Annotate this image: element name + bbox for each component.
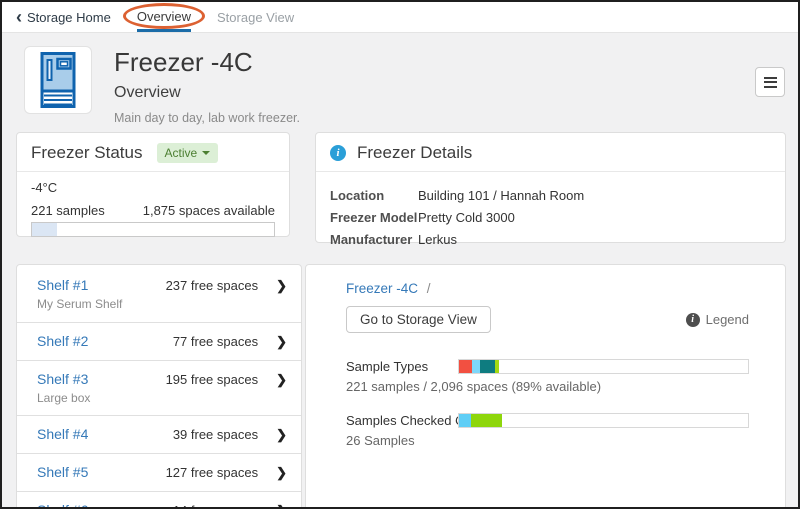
storage-toolbar: Go to Storage View i Legend	[346, 306, 749, 333]
shelf-link[interactable]: Shelf #2	[37, 333, 173, 349]
tab-storage-view-label: Storage View	[217, 10, 294, 25]
storage-overview-panel: Freezer -4C / Go to Storage View i Legen…	[305, 264, 786, 509]
chevron-right-icon: ❯	[276, 503, 287, 509]
chevron-right-icon: ❯	[276, 334, 287, 350]
bar-segment	[495, 360, 500, 373]
details-value: Building 101 / Hannah Room	[418, 185, 584, 207]
tab-overview[interactable]: Overview	[137, 2, 191, 32]
freezer-details-panel: i Freezer Details Location Building 101 …	[315, 132, 786, 243]
chevron-right-icon: ❯	[276, 465, 287, 481]
bar-segment	[471, 414, 503, 427]
sample-types-bar	[458, 359, 749, 374]
freezer-status-title: Freezer Status	[31, 143, 143, 163]
breadcrumb-freezer-link[interactable]: Freezer -4C	[346, 281, 418, 296]
details-value: Lerkus	[418, 229, 457, 251]
shelf-link[interactable]: Shelf #3	[37, 371, 166, 387]
divider	[17, 171, 289, 172]
details-value: Pretty Cold 3000	[418, 207, 515, 229]
freezer-icon	[31, 51, 85, 109]
shelf-list-panel: Shelf #1 My Serum Shelf 237 free spaces …	[16, 264, 302, 509]
legend-toggle[interactable]: i Legend	[686, 312, 749, 327]
breadcrumb: Freezer -4C /	[346, 281, 749, 296]
header-text: Freezer -4C Overview Main day to day, la…	[114, 46, 300, 127]
shelf-free-spaces: 127 free spaces	[166, 465, 259, 480]
capacity-progress-bar	[31, 222, 275, 237]
hamburger-icon	[764, 77, 777, 79]
sample-count: 221 samples	[31, 203, 105, 218]
legend-label: Legend	[706, 312, 749, 327]
app-window: ‹ Storage Home Overview Storage View	[0, 0, 800, 509]
shelf-link[interactable]: Shelf #5	[37, 464, 166, 480]
bar-segment	[459, 360, 472, 373]
shelf-row-4[interactable]: Shelf #4 39 free spaces ❯	[17, 416, 301, 454]
freezer-icon-card	[24, 46, 92, 114]
freezer-header: Freezer -4C Overview Main day to day, la…	[2, 33, 798, 127]
capacity-summary: 221 samples 1,875 spaces available	[31, 203, 275, 218]
bar-segment	[459, 414, 471, 427]
summary-panels-row: Freezer Status Active -4°C 221 samples 1…	[2, 132, 798, 243]
bar-segment	[472, 360, 480, 373]
back-link-label: Storage Home	[27, 10, 111, 25]
checked-out-caption: 26 Samples	[346, 433, 749, 448]
spaces-available: 1,875 spaces available	[143, 203, 275, 218]
shelf-link[interactable]: Shelf #1	[37, 277, 166, 293]
shelf-sublabel: My Serum Shelf	[37, 297, 166, 311]
shelf-link[interactable]: Shelf #4	[37, 426, 173, 442]
status-badge-label: Active	[165, 146, 198, 160]
shelf-sublabel: Large box	[37, 391, 166, 405]
freezer-status-panel: Freezer Status Active -4°C 221 samples 1…	[16, 132, 290, 237]
shelf-row-5[interactable]: Shelf #5 127 free spaces ❯	[17, 454, 301, 492]
sample-types-bar-row: Sample Types	[346, 359, 749, 374]
shelf-link[interactable]: Shelf #6	[37, 502, 173, 509]
divider	[316, 171, 785, 172]
back-chevron-icon: ‹	[16, 8, 22, 26]
details-row-manufacturer: Manufacturer Lerkus	[330, 229, 771, 251]
freezer-details-table: Location Building 101 / Hannah Room Free…	[330, 185, 771, 251]
freezer-status-header: Freezer Status Active	[31, 143, 275, 163]
shelf-free-spaces: 195 free spaces	[166, 372, 259, 387]
chevron-right-icon: ❯	[276, 372, 287, 388]
details-label: Manufacturer	[330, 229, 418, 251]
go-to-storage-view-button[interactable]: Go to Storage View	[346, 306, 491, 333]
shelf-row-1[interactable]: Shelf #1 My Serum Shelf 237 free spaces …	[17, 265, 301, 323]
legend-info-icon: i	[686, 313, 700, 327]
bar-segment	[480, 360, 494, 373]
chevron-right-icon: ❯	[276, 427, 287, 443]
details-label: Freezer Model	[330, 207, 418, 229]
shelf-row-6[interactable]: Shelf #6 14 free spaces ❯	[17, 492, 301, 509]
page-title: Freezer -4C	[114, 48, 300, 77]
freezer-details-title: Freezer Details	[357, 143, 472, 163]
status-dropdown-badge[interactable]: Active	[157, 143, 219, 163]
details-row-model: Freezer Model Pretty Cold 3000	[330, 207, 771, 229]
shelf-free-spaces: 39 free spaces	[173, 427, 258, 442]
shelf-free-spaces: 77 free spaces	[173, 334, 258, 349]
shelf-free-spaces: 14 free spaces	[173, 503, 258, 509]
details-row-location: Location Building 101 / Hannah Room	[330, 185, 771, 207]
tab-overview-label: Overview	[137, 9, 191, 24]
more-menu-button[interactable]	[755, 67, 785, 97]
bar-segment	[32, 223, 57, 236]
storage-detail-row: Shelf #1 My Serum Shelf 237 free spaces …	[2, 264, 798, 509]
shelf-row-2[interactable]: Shelf #2 77 free spaces ❯	[17, 323, 301, 361]
checked-out-bar-row: Samples Checked Out	[346, 413, 749, 428]
details-label: Location	[330, 185, 418, 207]
caret-down-icon	[202, 151, 210, 155]
back-to-storage-home-link[interactable]: ‹ Storage Home	[16, 2, 111, 32]
page-subtitle: Overview	[114, 84, 300, 102]
temperature-value: -4°C	[31, 180, 275, 195]
bar-label: Sample Types	[346, 359, 458, 374]
shelf-row-3[interactable]: Shelf #3 Large box 195 free spaces ❯	[17, 361, 301, 416]
freezer-details-header: i Freezer Details	[330, 143, 771, 163]
info-icon: i	[330, 145, 346, 161]
shelf-free-spaces: 237 free spaces	[166, 278, 259, 293]
chevron-right-icon: ❯	[276, 278, 287, 294]
capacity-bars: Sample Types 221 samples / 2,096 spaces …	[346, 359, 749, 448]
breadcrumb-separator: /	[427, 281, 431, 296]
top-navigation: ‹ Storage Home Overview Storage View	[2, 2, 798, 33]
tab-storage-view[interactable]: Storage View	[217, 2, 294, 32]
sample-types-caption: 221 samples / 2,096 spaces (89% availabl…	[346, 379, 749, 394]
bar-label: Samples Checked Out	[346, 413, 458, 428]
page-description: Main day to day, lab work freezer.	[114, 111, 300, 125]
checked-out-bar	[458, 413, 749, 428]
